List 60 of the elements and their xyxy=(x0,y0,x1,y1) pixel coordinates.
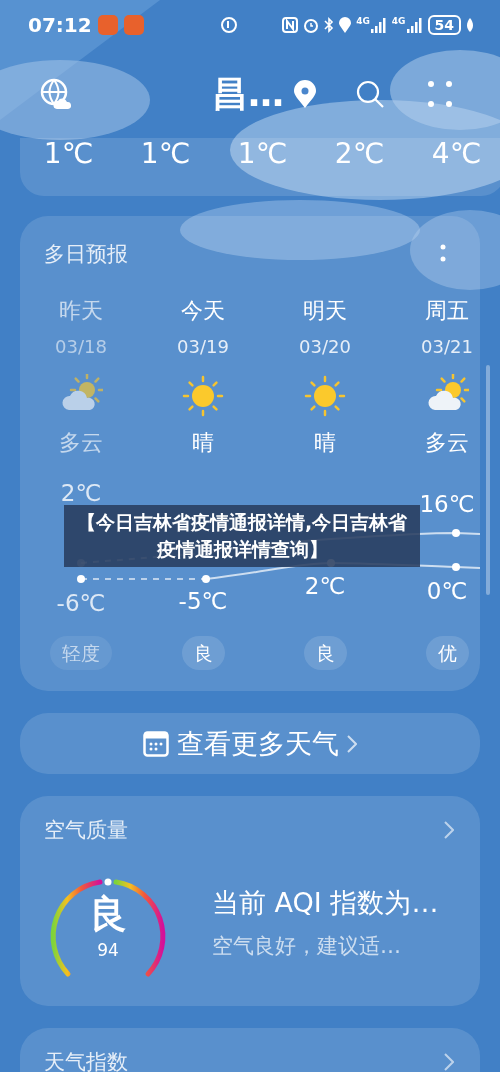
section-title: 空气质量 xyxy=(44,817,128,844)
section-title: 天气指数 xyxy=(44,1049,128,1072)
day-label: 周五 xyxy=(425,297,469,325)
caption-banner: 【今日吉林省疫情通报详情,今日吉林省疫情通报详情查询】 xyxy=(64,505,420,567)
chevron-right-icon[interactable] xyxy=(444,1052,454,1072)
weather-condition: 多云 xyxy=(59,429,103,457)
day-label: 昨天 xyxy=(59,297,103,325)
chevron-right-icon[interactable] xyxy=(444,820,454,840)
hourly-temperature: 1℃ xyxy=(140,138,191,170)
weather-condition: 晴 xyxy=(192,429,214,457)
calendar-icon xyxy=(143,730,169,757)
location-pin-icon xyxy=(294,80,316,108)
location-icon xyxy=(339,17,352,33)
sun-icon xyxy=(181,374,225,418)
aqi-badge: 良 xyxy=(303,636,347,670)
leaf-icon xyxy=(466,18,474,32)
sun-icon xyxy=(303,374,347,418)
more-icon[interactable] xyxy=(428,81,452,107)
more-weather-button[interactable]: 查看更多天气 xyxy=(20,713,480,774)
hourly-temperature: 1℃ xyxy=(43,138,94,170)
day-label: 明天 xyxy=(303,297,347,325)
day-date: 03/19 xyxy=(177,335,229,359)
low-temperature: -5℃ xyxy=(177,587,229,616)
signal-icon xyxy=(406,17,423,33)
weather-condition: 多云 xyxy=(425,429,469,457)
globe-cloud-icon[interactable] xyxy=(40,78,72,110)
aqi-level: 良 xyxy=(88,892,128,936)
low-temperature: 2℃ xyxy=(303,572,347,601)
day-date: 03/20 xyxy=(299,335,351,359)
chevron-right-icon xyxy=(347,733,357,754)
bluetooth-icon xyxy=(324,17,335,33)
hourly-temperature: 2℃ xyxy=(334,138,385,170)
weather-condition: 晴 xyxy=(314,429,336,457)
data-saver-icon xyxy=(219,16,238,34)
search-icon[interactable] xyxy=(356,80,384,108)
battery-level: 54 xyxy=(427,15,461,35)
high-temperature: 16℃ xyxy=(418,490,476,519)
low-temperature: 0℃ xyxy=(425,577,469,606)
day-date: 03/18 xyxy=(55,335,107,359)
nfc-icon xyxy=(282,17,299,33)
aqi-value: 94 xyxy=(96,940,120,960)
aqi-badge: 优 xyxy=(425,636,469,670)
network-type-label: 4G xyxy=(391,17,406,26)
low-temperature: -6℃ xyxy=(55,589,107,618)
status-time: 07:12 xyxy=(28,13,92,37)
aqi-badge: 轻度 xyxy=(50,636,112,670)
high-temperature: 2℃ xyxy=(59,479,103,508)
aqi-headline: 当前 AQI 指数为… xyxy=(212,886,439,920)
network-type-label: 4G xyxy=(356,17,370,26)
section-title: 多日预报 xyxy=(44,241,128,268)
aqi-advice: 空气良好，建议适… xyxy=(212,933,401,960)
more-icon[interactable] xyxy=(440,244,446,262)
hourly-temperature: 1℃ xyxy=(237,138,288,170)
day-date: 03/21 xyxy=(421,335,473,359)
signal-icon xyxy=(370,17,387,33)
alarm-icon xyxy=(303,17,320,33)
city-name[interactable]: 昌… xyxy=(212,69,284,119)
aqi-badge: 良 xyxy=(181,636,225,670)
hourly-temperature: 4℃ xyxy=(431,138,482,170)
day-label: 今天 xyxy=(181,297,225,325)
